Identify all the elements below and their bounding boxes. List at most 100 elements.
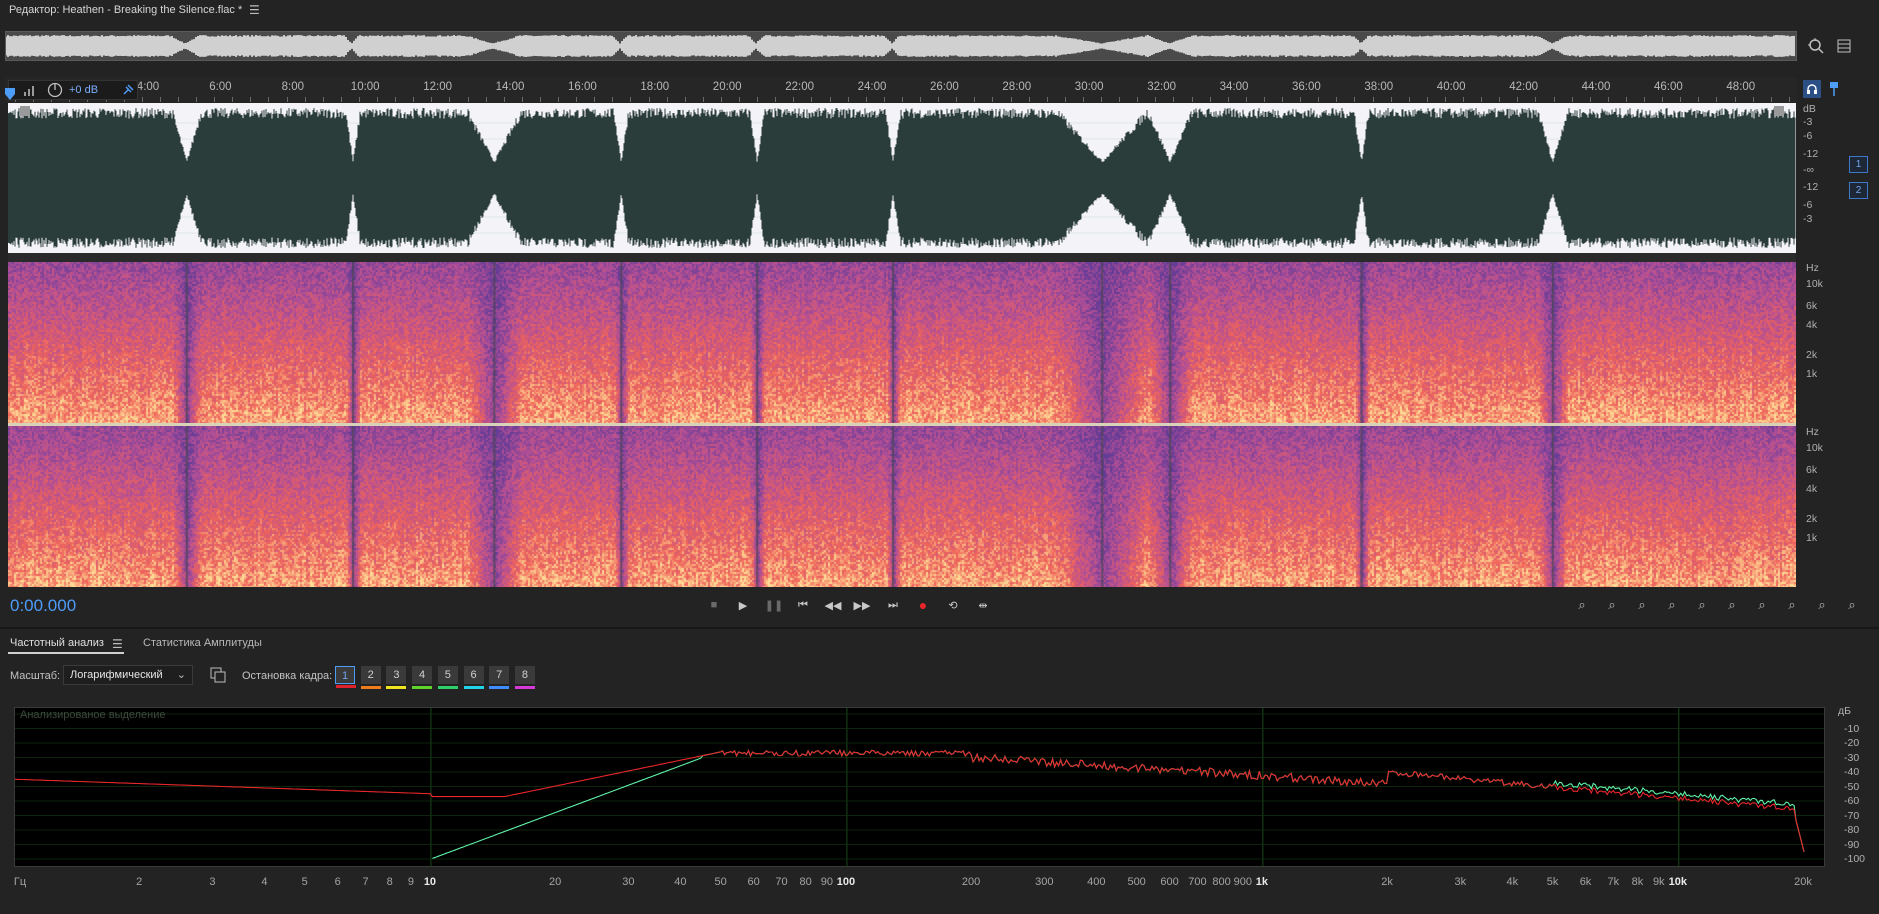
skip-end-icon[interactable]: ⏭ — [882, 598, 904, 612]
ruler-tick — [1625, 97, 1627, 102]
zoom-out-amplitude-icon[interactable]: ⌕ — [1601, 597, 1623, 613]
channel-1-toggle[interactable]: 1 — [1849, 156, 1868, 173]
ruler-label: 32:00 — [1147, 81, 1176, 93]
skip-selection-icon[interactable]: ⇹ — [972, 598, 994, 612]
volume-knob-icon[interactable] — [47, 82, 63, 98]
hz-axis: Гц 2 3 4 5 6 7 8 9 10 20 30 40 50 60 70 80 90 100 200 300 400… — [10, 876, 1830, 896]
freeze-slot-2[interactable]: 2 — [360, 666, 381, 689]
ruler-tick — [377, 97, 378, 102]
tab-amplitude-statistics[interactable]: Статистика Амплитуды — [143, 637, 262, 649]
panel-menu-icon[interactable]: ☰ — [249, 3, 260, 17]
freeze-slot-7[interactable]: 7 — [489, 666, 510, 689]
zoom-in-time-icon[interactable]: ⌕ — [1631, 597, 1653, 613]
freeze-slot-1[interactable]: 1 — [335, 666, 356, 688]
pin-icon[interactable] — [122, 84, 134, 96]
ruler-tick — [1716, 97, 1718, 102]
ruler-tick — [1119, 97, 1121, 102]
ruler-label: 34:00 — [1219, 81, 1249, 93]
ruler-label: 30:00 — [1074, 81, 1104, 93]
zoom-in-right-icon[interactable]: ⌕ — [1751, 597, 1773, 613]
rewind-icon[interactable]: ◀◀ — [822, 598, 844, 612]
scale-dropdown[interactable]: Логарифмический ⌄ — [63, 665, 193, 685]
overview-navigator[interactable] — [5, 31, 1797, 61]
fade-in-handle[interactable] — [20, 106, 30, 116]
channel-2-toggle[interactable]: 2 — [1849, 182, 1868, 199]
ruler-tick — [1300, 97, 1302, 102]
db-axis-label: -70 — [1844, 809, 1860, 822]
volume-value[interactable]: +0 dB — [69, 84, 98, 96]
ruler-tick — [648, 97, 650, 102]
spectrogram-channel-1[interactable] — [8, 262, 1796, 423]
record-icon[interactable]: ● — [912, 597, 934, 613]
zoom-to-selection-icon[interactable]: ⌕ — [1691, 597, 1713, 613]
freeze-slot-4[interactable]: 4 — [412, 666, 433, 689]
play-icon[interactable]: ▶ — [732, 598, 754, 612]
zoom-reset-icon[interactable]: ⌕ — [1841, 597, 1863, 613]
freeze-slot-3[interactable]: 3 — [386, 666, 407, 689]
waveform-db-label: -6 — [1803, 130, 1813, 142]
ruler-tick — [467, 97, 469, 102]
ruler-label: 18:00 — [640, 81, 670, 93]
ruler-label: 12:00 — [423, 81, 452, 93]
panel-layout-icon[interactable] — [1834, 36, 1854, 56]
freeze-slot-color — [336, 685, 356, 688]
ruler-tick — [793, 97, 795, 102]
ruler-tick — [1390, 97, 1392, 102]
hz-axis-label: 5 — [301, 876, 308, 888]
waveform-db-label: -3 — [1803, 116, 1813, 128]
zoom-out-full-icon[interactable]: ⌕ — [1781, 597, 1803, 613]
ruler-tick — [576, 97, 578, 102]
ruler-tick — [1571, 97, 1573, 102]
playhead-marker[interactable] — [5, 88, 15, 100]
current-time[interactable]: 0:00.000 — [10, 596, 76, 616]
ruler-tick — [1734, 97, 1736, 102]
ruler-tick — [1770, 97, 1772, 102]
zoom-in-left-icon[interactable]: ⌕ — [1721, 597, 1743, 613]
fade-out-handle[interactable] — [1774, 106, 1784, 116]
ruler-tick — [1752, 97, 1754, 102]
ruler-tick — [250, 97, 252, 102]
ruler-tick — [1028, 97, 1030, 102]
ruler-tick — [1155, 97, 1157, 102]
freeze-slot-6[interactable]: 6 — [463, 666, 484, 689]
hud-volume[interactable]: +0 dB — [8, 80, 138, 100]
freeze-slot-5[interactable]: 5 — [437, 666, 458, 689]
ruler-tick — [1137, 97, 1139, 102]
marker-pin-icon[interactable] — [1825, 80, 1843, 98]
spectrogram-hz-label: Hz — [1806, 262, 1819, 274]
ruler-tick — [431, 97, 433, 102]
track-splitter[interactable] — [8, 253, 1796, 262]
ruler-tick — [1354, 97, 1356, 102]
hz-axis-label: 400 — [1087, 876, 1106, 888]
ruler-tick — [1173, 97, 1175, 102]
spectrogram-channel-2[interactable] — [8, 426, 1796, 587]
ruler-tick — [1408, 97, 1410, 102]
freeze-slot-label: 7 — [496, 669, 503, 681]
freeze-slot-color — [463, 686, 484, 689]
freeze-slot-8[interactable]: 8 — [514, 666, 535, 689]
ruler-tick — [159, 97, 161, 102]
waveform-db-label: -12 — [1803, 148, 1819, 160]
zoom-navigator-icon[interactable] — [1806, 36, 1826, 56]
stop-icon[interactable]: ■ — [703, 598, 725, 612]
zoom-out-time-icon[interactable]: ⌕ — [1661, 597, 1683, 613]
ruler-tick — [1589, 97, 1591, 102]
headphones-icon[interactable] — [1803, 80, 1821, 98]
spectral-zoom-icon[interactable]: ⌕ — [1811, 597, 1833, 613]
zoom-in-amplitude-icon[interactable]: ⌕ — [1571, 597, 1593, 613]
ruler-tick — [739, 97, 740, 102]
fast-forward-icon[interactable]: ▶▶ — [851, 598, 873, 612]
pause-icon[interactable]: ❚❚ — [763, 598, 785, 612]
waveform-display[interactable] — [8, 103, 1796, 253]
ruler-tick — [558, 97, 559, 102]
freeze-slot-label: 3 — [393, 669, 400, 681]
loop-icon[interactable]: ⟲ — [942, 598, 964, 612]
copy-icon[interactable] — [210, 667, 226, 683]
ruler-tick — [1499, 97, 1501, 102]
ruler-tick — [684, 97, 686, 102]
tab-frequency-analysis[interactable]: Частотный анализ — [10, 637, 104, 649]
tab-menu-icon[interactable]: ☰ — [112, 637, 123, 651]
time-ruler[interactable]: 4:00 6:00 8:00 10:00 12:00 14:00 16:00 18:00 20:… — [5, 78, 1797, 102]
skip-start-icon[interactable]: ⏮ — [792, 598, 814, 612]
frequency-plot[interactable] — [14, 707, 1825, 867]
